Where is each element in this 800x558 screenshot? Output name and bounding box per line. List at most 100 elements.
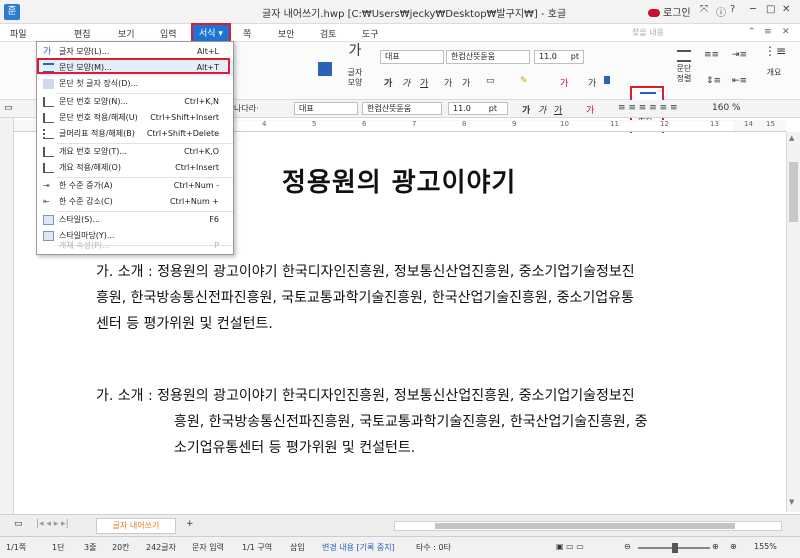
status-line: 3줄 [84,543,97,552]
outline-icon: ⋮≡ [764,44,787,58]
strike-button[interactable]: 가 [444,76,452,89]
maximize-icon[interactable]: □ [766,4,775,15]
new-doc-icon[interactable]: ▭ [4,103,13,113]
fullscreen-icon[interactable]: ⤧ [700,4,708,15]
bold-small-button[interactable]: 가 [522,103,530,116]
ribbon-up-icon[interactable]: ⌃ [748,27,756,37]
drop-cap-icon [43,79,54,89]
shrink-font-button[interactable]: 가 [588,76,596,89]
vertical-scrollbar[interactable]: ▲ ▼ [786,132,800,512]
ruler-number: 14 [744,120,753,128]
indent-icon[interactable]: ⇥≡ [732,50,747,60]
paragraph-line: 흥원, 한국방송통신전파진흥원, 국토교통과학기술진흥원, 한국산업기술진흥원,… [174,414,648,430]
paragraph-line: 가. 소개 : 정용원의 광고이야기 한국디자인진흥원, 정보통신산업진흥원, … [96,264,635,280]
menu-review[interactable]: 검토 [320,27,337,40]
zoom-out-icon[interactable]: ⊖ [624,542,631,551]
zoom-fit-icon[interactable]: ⊕ [730,542,737,551]
ruler-number: 13 [710,120,719,128]
help-search-input[interactable]: 찾을 내용 [632,27,664,38]
outline-button[interactable]: 가 [462,76,470,89]
view-buttons[interactable]: ▣ ▭ ▭ [556,542,584,551]
menu-item-level-up[interactable]: ⇥ 한 수준 증가(A) Ctrl+Num - [37,178,233,194]
ruler-number: 8 [462,120,467,128]
char-shape-label: 글자 모양 [347,68,363,87]
menu-item-para-number-toggle[interactable]: 문단 번호 적용/해제(U) Ctrl+Shift+Insert [37,110,233,126]
line-spacing-icon[interactable]: ⇕≡ [706,76,721,86]
info-icon[interactable]: ⓘ [716,4,726,19]
ribbon-menu-icon[interactable]: ≡ [764,27,772,37]
status-section: 1/1 구역 [242,543,273,552]
menu-item-outline-toggle[interactable]: 개요 적용/해제(O) Ctrl+Insert [37,160,233,176]
font-select[interactable]: 한컴산뜻돋움 [446,50,530,64]
menu-file[interactable]: 파일 [10,27,27,40]
italic-small-button[interactable]: 가 [538,103,546,116]
size-select-small[interactable]: 11.0 pt [448,102,508,115]
bold-button[interactable]: 가 [384,76,392,89]
char-shape-button[interactable]: 가 글자 모양 [340,44,370,88]
vertical-scroll-thumb[interactable] [789,162,798,222]
menu-page[interactable]: 쪽 [243,27,251,40]
size-select[interactable]: 11.0 pt [534,50,584,64]
hangul-app-icon[interactable]: 훈 [4,4,20,20]
menu-format[interactable]: 서식 ▾ [191,23,231,43]
close-icon[interactable]: ✕ [782,4,790,15]
ribbon-close-icon[interactable]: ✕ [782,27,790,37]
underline-small-button[interactable]: 가 [554,103,562,116]
para-align-button[interactable]: 문단 정렬 [670,46,698,84]
outline-style-button[interactable]: ⋮≡ 개요 [760,44,788,78]
vertical-ruler [0,118,14,514]
add-tab-button[interactable]: + [186,519,194,529]
status-insert[interactable]: 삽입 [290,542,305,553]
menu-item-bullet-toggle[interactable]: 글머리표 적용/해제(B) Ctrl+Shift+Delete [37,126,233,142]
paragraph-1: 가. 소개 : 정용원의 광고이야기 한국디자인진흥원, 정보통신산업진흥원, … [96,259,736,337]
line-spacing-small[interactable]: 160 % [712,103,741,113]
menu-security[interactable]: 보안 [278,27,295,40]
style-select-small[interactable]: 대표 [294,102,358,115]
menu-item-outline-number[interactable]: 개요 번호 모양(T)... Ctrl+K,O [37,144,233,160]
menu-item-level-down[interactable]: ⇤ 한 수준 감소(C) Ctrl+Num + [37,194,233,210]
underline-button[interactable]: 가 [420,76,428,89]
style-small-value: 대표 [299,104,314,113]
bullet-icon[interactable] [604,76,610,84]
menu-edit[interactable]: 편집 [74,27,91,40]
paragraph-line: 소기업유통센터 등 평가위원 및 컨설턴트. [174,440,416,456]
font-color-button[interactable]: 가 [560,76,568,89]
menu-item-style[interactable]: 스타일(S)... F6 [37,212,233,228]
border-button[interactable]: ▭ [486,76,495,86]
font-select-small[interactable]: 한컴산뜻돋움 [362,102,442,115]
italic-button[interactable]: 가 [402,76,410,89]
font-color-small-button[interactable]: 가 [586,103,594,116]
tab-document[interactable]: 글자 내어쓰기 [96,518,176,534]
outline-number-icon [43,147,54,157]
horizontal-scroll-thumb[interactable] [435,523,735,529]
zoom-slider-thumb[interactable] [672,543,678,553]
ruler-number: 11 [610,120,619,128]
align-justify-icon[interactable]: ≡≡ [704,50,719,60]
outdent-icon[interactable]: ⇤≡ [732,76,747,86]
menu-item-para-number[interactable]: 문단 번호 모양(N)... Ctrl+K,N [37,94,233,110]
align-buttons[interactable]: ≡ ≡ ≡ ≡ ≡ ≡ [618,103,678,113]
font-small-value: 한컴산뜻돋움 [367,104,412,113]
minimize-icon[interactable]: ─ [750,4,756,15]
status-track-changes[interactable]: 변경 내용 [기록 중지] [322,542,395,553]
font-value: 한컴산뜻돋움 [451,52,496,61]
tab-nav-icons[interactable]: |◂ ◂ ▸ ▸| [36,519,69,529]
scroll-up-icon[interactable]: ▲ [789,134,794,142]
menu-insert[interactable]: 입력 [160,27,177,40]
help-icon[interactable]: ? [730,4,735,15]
menu-item-drop-cap[interactable]: 문단 첫 글자 장식(D)... [37,76,233,92]
scroll-down-icon[interactable]: ▼ [789,498,794,506]
object-props-icon [43,241,54,251]
ruler-number: 4 [262,120,267,128]
style-select[interactable]: 대표 [380,50,444,64]
zoom-in-icon[interactable]: ⊕ [712,542,719,551]
status-char-col: 20칸 [112,543,130,552]
menu-tools[interactable]: 도구 [362,27,379,40]
tab-list-icon[interactable]: ▭ [14,519,23,529]
login-button[interactable]: 로그인 [648,4,691,19]
zoom-level[interactable]: 155% [754,542,777,551]
horizontal-scrollbar[interactable] [394,521,782,531]
menu-view[interactable]: 보기 [118,27,135,40]
highlight-button[interactable]: ✎ [520,76,528,86]
image-insert-icon[interactable] [318,62,332,76]
